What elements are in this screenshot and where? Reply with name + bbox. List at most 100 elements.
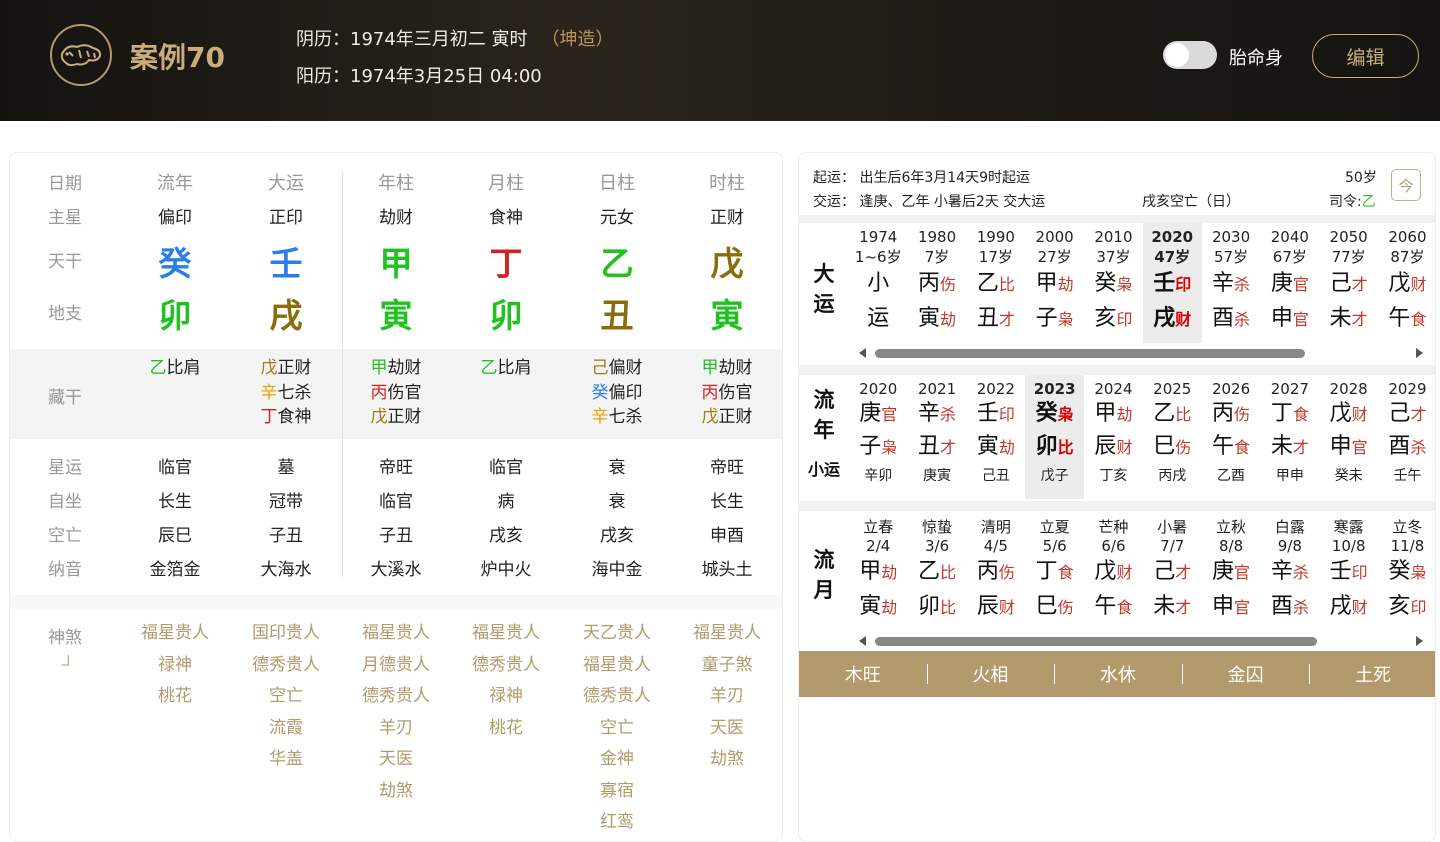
liunian-cell[interactable]: 2027 丁食 未才 甲申 <box>1261 375 1320 499</box>
stem-row: 辛杀 <box>908 398 967 431</box>
row-label-date: 日期 <box>48 174 82 194</box>
shensha-item: 国印贵人 <box>252 623 320 643</box>
scroll-right-icon[interactable] <box>1416 348 1423 358</box>
liuyue-cell[interactable]: 寒露 10/8 壬印 戌财 <box>1319 511 1378 631</box>
stem: 壬 <box>1329 559 1352 584</box>
stem: 辛 <box>1270 559 1293 584</box>
stem-god: 伤 <box>998 563 1015 582</box>
edit-button[interactable]: 编辑 <box>1312 34 1419 78</box>
scroll-left-icon[interactable] <box>859 348 866 358</box>
liunian-cell[interactable]: 2026 丙伤 午食 乙酉 <box>1202 375 1261 499</box>
dayun-scrollbar[interactable] <box>855 347 1431 359</box>
branch-row: 运 <box>849 302 908 337</box>
shensha-toggle-icon[interactable]: ㇘ <box>10 651 120 671</box>
nayin-value: 城头土 <box>701 560 753 580</box>
dayun-cell[interactable]: 1974 1~6岁小运 <box>849 223 908 343</box>
age: 37岁 <box>1096 248 1131 266</box>
xiaoyun-ganzhi: 辛卯 <box>864 468 893 484</box>
hidden-stem-god: 偏印 <box>608 382 643 403</box>
stem-row: 甲劫 <box>1084 398 1143 431</box>
liuyue-cell[interactable]: 芒种 6/6 戊财 午食 <box>1084 511 1143 631</box>
liunian-cell[interactable]: 2021 辛杀 丑才 庚寅 <box>908 375 967 499</box>
hidden-stem-god: 偏财 <box>608 358 643 378</box>
liuyue-label-2: 月 <box>813 578 835 602</box>
scroll-thumb[interactable] <box>875 349 1305 358</box>
branch: 酉 <box>1388 434 1411 459</box>
liuyue-scrollbar[interactable] <box>855 635 1431 647</box>
scroll-left-icon[interactable] <box>859 636 866 646</box>
shensha-item: 桃花 <box>489 717 523 738</box>
date: 9/8 <box>1277 537 1302 555</box>
stem-row: 己才 <box>1143 555 1202 590</box>
hidden-stem-item: 丙伤官 <box>341 381 451 406</box>
stem-row: 庚官 <box>1261 267 1320 302</box>
liunian-cell[interactable]: 2028 戊财 申官 癸未 <box>1319 375 1378 499</box>
shensha-item: 禄神 <box>158 654 192 675</box>
liunian-cell[interactable]: 2024 甲劫 辰财 丁亥 <box>1084 375 1143 499</box>
liuyue-cell[interactable]: 立冬 11/8 癸枭 亥印 <box>1378 511 1435 631</box>
branch-row: 丑才 <box>967 302 1026 337</box>
stem: 庚 <box>1270 271 1293 296</box>
liunian-cell[interactable]: 2022 壬印 寅劫 己丑 <box>967 375 1026 499</box>
dayun-cell[interactable]: 1990 17岁 乙比 丑才 <box>967 223 1026 343</box>
liunian-cell[interactable]: 2029 己才 酉杀 壬午 <box>1378 375 1435 499</box>
branch-god: 官 <box>1292 310 1309 329</box>
dayun-cell[interactable]: 1980 7岁 丙伤 寅劫 <box>908 223 967 343</box>
shensha-item: 天医 <box>710 717 744 738</box>
stem: 戊 <box>1329 401 1352 426</box>
xiaoyun-ganzhi: 丙戌 <box>1158 468 1187 484</box>
liunian-cell[interactable]: 2023 癸枭 卯比 戊子 <box>1025 375 1084 499</box>
branch: 卯 <box>918 594 941 619</box>
stem-god: 才 <box>1351 275 1368 294</box>
row-label-branch: 地支 <box>48 304 82 324</box>
hidden-stem-gan: 辛 <box>260 382 278 403</box>
toggle-knob[interactable] <box>1165 43 1189 67</box>
branch-god: 财 <box>998 598 1015 617</box>
branch-god: 比 <box>1057 438 1074 457</box>
hidden-stem-gan: 戊 <box>701 407 719 427</box>
wuxing-status-bar: 木旺 火相 水休 金囚 土死 <box>799 651 1435 697</box>
date: 6/6 <box>1101 537 1126 555</box>
dayun-cell[interactable]: 2050 77岁 己才 未才 <box>1319 223 1378 343</box>
stem-row: 壬印 <box>1319 555 1378 590</box>
stem: 丁 <box>1035 559 1058 584</box>
dayun-cell[interactable]: 2060 87岁 戊财 午食 <box>1378 223 1435 343</box>
liuyue-cell[interactable]: 清明 4/5 丙伤 辰财 <box>967 511 1026 631</box>
liuyue-cell[interactable]: 惊蛰 3/6 乙比 卯比 <box>908 511 967 631</box>
scroll-thumb[interactable] <box>875 637 1317 646</box>
liuyue-cell[interactable]: 立夏 5/6 丁食 巳伤 <box>1025 511 1084 631</box>
zizuo-value: 临官 <box>379 492 413 512</box>
liuyue-cell[interactable]: 小暑 7/7 己才 未才 <box>1143 511 1202 631</box>
liunian-cell[interactable]: 2025 乙比 巳伤 丙戌 <box>1143 375 1202 499</box>
stem: 甲 <box>859 559 882 584</box>
jieqi: 白露 <box>1274 518 1305 536</box>
stem-row: 小 <box>849 267 908 302</box>
scroll-right-icon[interactable] <box>1416 636 1423 646</box>
xiaoyun-ganzhi: 甲申 <box>1275 468 1304 484</box>
dayun-cell[interactable]: 2030 57岁 辛杀 酉杀 <box>1202 223 1261 343</box>
liunian-cell[interactable]: 2020 庚官 子枭 辛卯 <box>849 375 908 499</box>
liuyue-cell[interactable]: 立春 2/4 甲劫 寅劫 <box>849 511 908 631</box>
branch-row: 未才 <box>1319 302 1378 337</box>
hidden-stem-god: 劫财 <box>387 358 422 378</box>
age: 1~6岁 <box>854 248 902 266</box>
liuyue-cell[interactable]: 立秋 8/8 庚官 申官 <box>1202 511 1261 631</box>
dayun-cell[interactable]: 2020 47岁 壬印 戌财 <box>1143 223 1202 343</box>
tiger-logo-icon <box>60 44 102 67</box>
jieqi: 清明 <box>980 518 1011 536</box>
branch-row: 丑才 <box>908 431 967 464</box>
dayun-cell[interactable]: 2000 27岁 甲劫 子枭 <box>1025 223 1084 343</box>
dayun-label: 大运 <box>799 259 849 319</box>
age: 67岁 <box>1272 248 1307 266</box>
today-calendar-icon[interactable]: 今 <box>1391 169 1421 201</box>
stem-god: 枭 <box>1410 563 1427 582</box>
liuyue-cell[interactable]: 白露 9/8 辛杀 酉杀 <box>1261 511 1320 631</box>
branch-god: 劫 <box>998 438 1015 457</box>
nayin-value: 海中金 <box>591 560 643 580</box>
hidden-stem-god: 正财 <box>718 407 753 427</box>
dayun-cell[interactable]: 2010 37岁 癸枭 亥印 <box>1084 223 1143 343</box>
dayun-cell[interactable]: 2040 67岁 庚官 申官 <box>1261 223 1320 343</box>
stem-god: 食 <box>1292 405 1309 424</box>
taiming-toggle[interactable] <box>1163 41 1217 69</box>
branch-row: 酉杀 <box>1261 590 1320 625</box>
